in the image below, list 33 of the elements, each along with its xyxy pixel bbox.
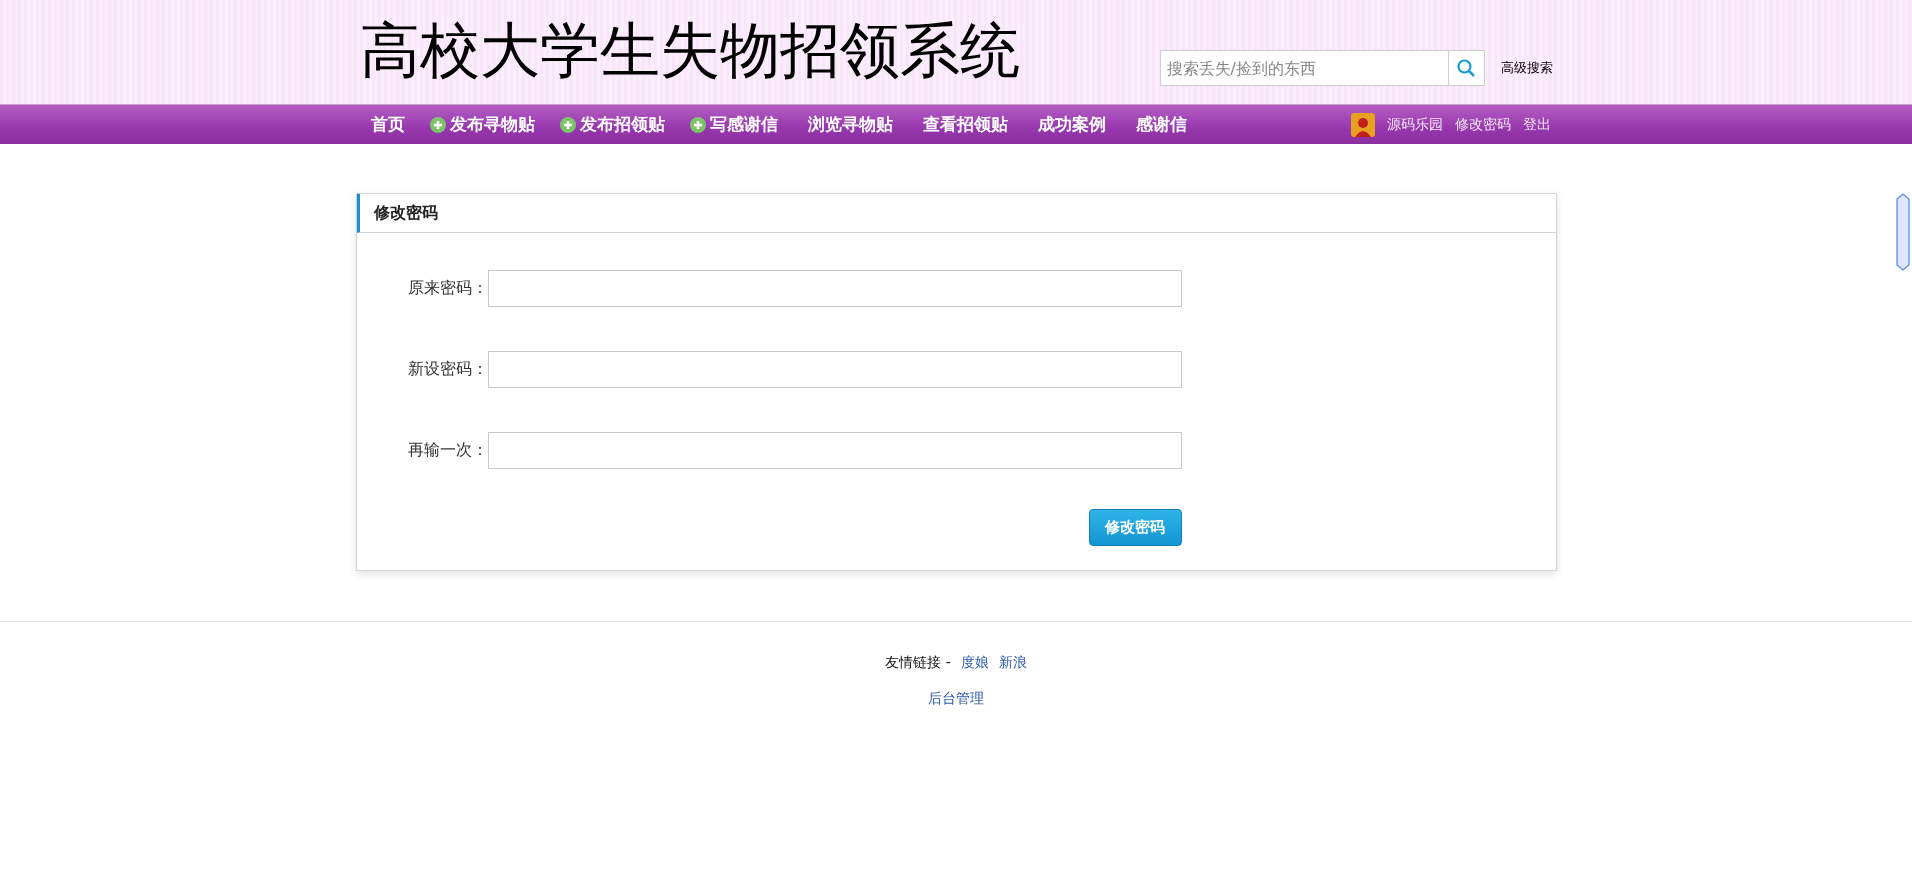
nav-link[interactable]: 发布招领贴 bbox=[549, 113, 680, 136]
plus-icon bbox=[559, 116, 576, 133]
password-field[interactable] bbox=[487, 270, 1182, 307]
nav-link[interactable]: 写感谢信 bbox=[679, 113, 793, 136]
password-field[interactable] bbox=[487, 351, 1182, 388]
field-label: 新设密码： bbox=[406, 359, 488, 380]
scrollbar-thumb-drawing[interactable] bbox=[1896, 193, 1910, 271]
card-title: 修改密码 bbox=[373, 202, 438, 224]
nav-link[interactable]: 浏览寻物贴 bbox=[792, 113, 908, 136]
field-label: 原来密码： bbox=[406, 278, 488, 299]
plus-icon bbox=[429, 116, 446, 133]
field-label: 再输一次： bbox=[406, 440, 488, 461]
nav-link[interactable]: 首页 bbox=[355, 113, 420, 136]
nav-link[interactable]: 发布寻物贴 bbox=[419, 113, 550, 136]
friend-link[interactable]: 新浪 bbox=[998, 654, 1027, 672]
search-button[interactable] bbox=[1448, 50, 1485, 86]
advanced-search-link[interactable]: 高级搜索 bbox=[1500, 59, 1553, 86]
username-link[interactable]: 源码乐园 bbox=[1380, 115, 1449, 134]
user-menu-link[interactable]: 登出 bbox=[1516, 115, 1557, 134]
search-field[interactable]: 搜索丢失/捡到的东西 bbox=[1159, 50, 1449, 86]
search-icon bbox=[1456, 58, 1476, 78]
admin-link[interactable]: 后台管理 bbox=[928, 690, 984, 706]
site-title: 高校大学生失物招领系统 bbox=[359, 17, 1021, 86]
links-label: 友情链接 - bbox=[885, 654, 951, 672]
nav-link[interactable]: 成功案例 bbox=[1022, 113, 1121, 136]
nav-link[interactable]: 查看招领贴 bbox=[907, 113, 1023, 136]
nav-link[interactable]: 感谢信 bbox=[1120, 113, 1202, 136]
user-avatar bbox=[1350, 112, 1375, 137]
user-menu-link[interactable]: 修改密码 bbox=[1448, 115, 1517, 134]
submit-button[interactable]: 修改密码 bbox=[1088, 509, 1182, 546]
password-field[interactable] bbox=[487, 432, 1182, 469]
plus-icon bbox=[689, 116, 706, 133]
friend-link[interactable]: 度娘 bbox=[960, 654, 989, 672]
